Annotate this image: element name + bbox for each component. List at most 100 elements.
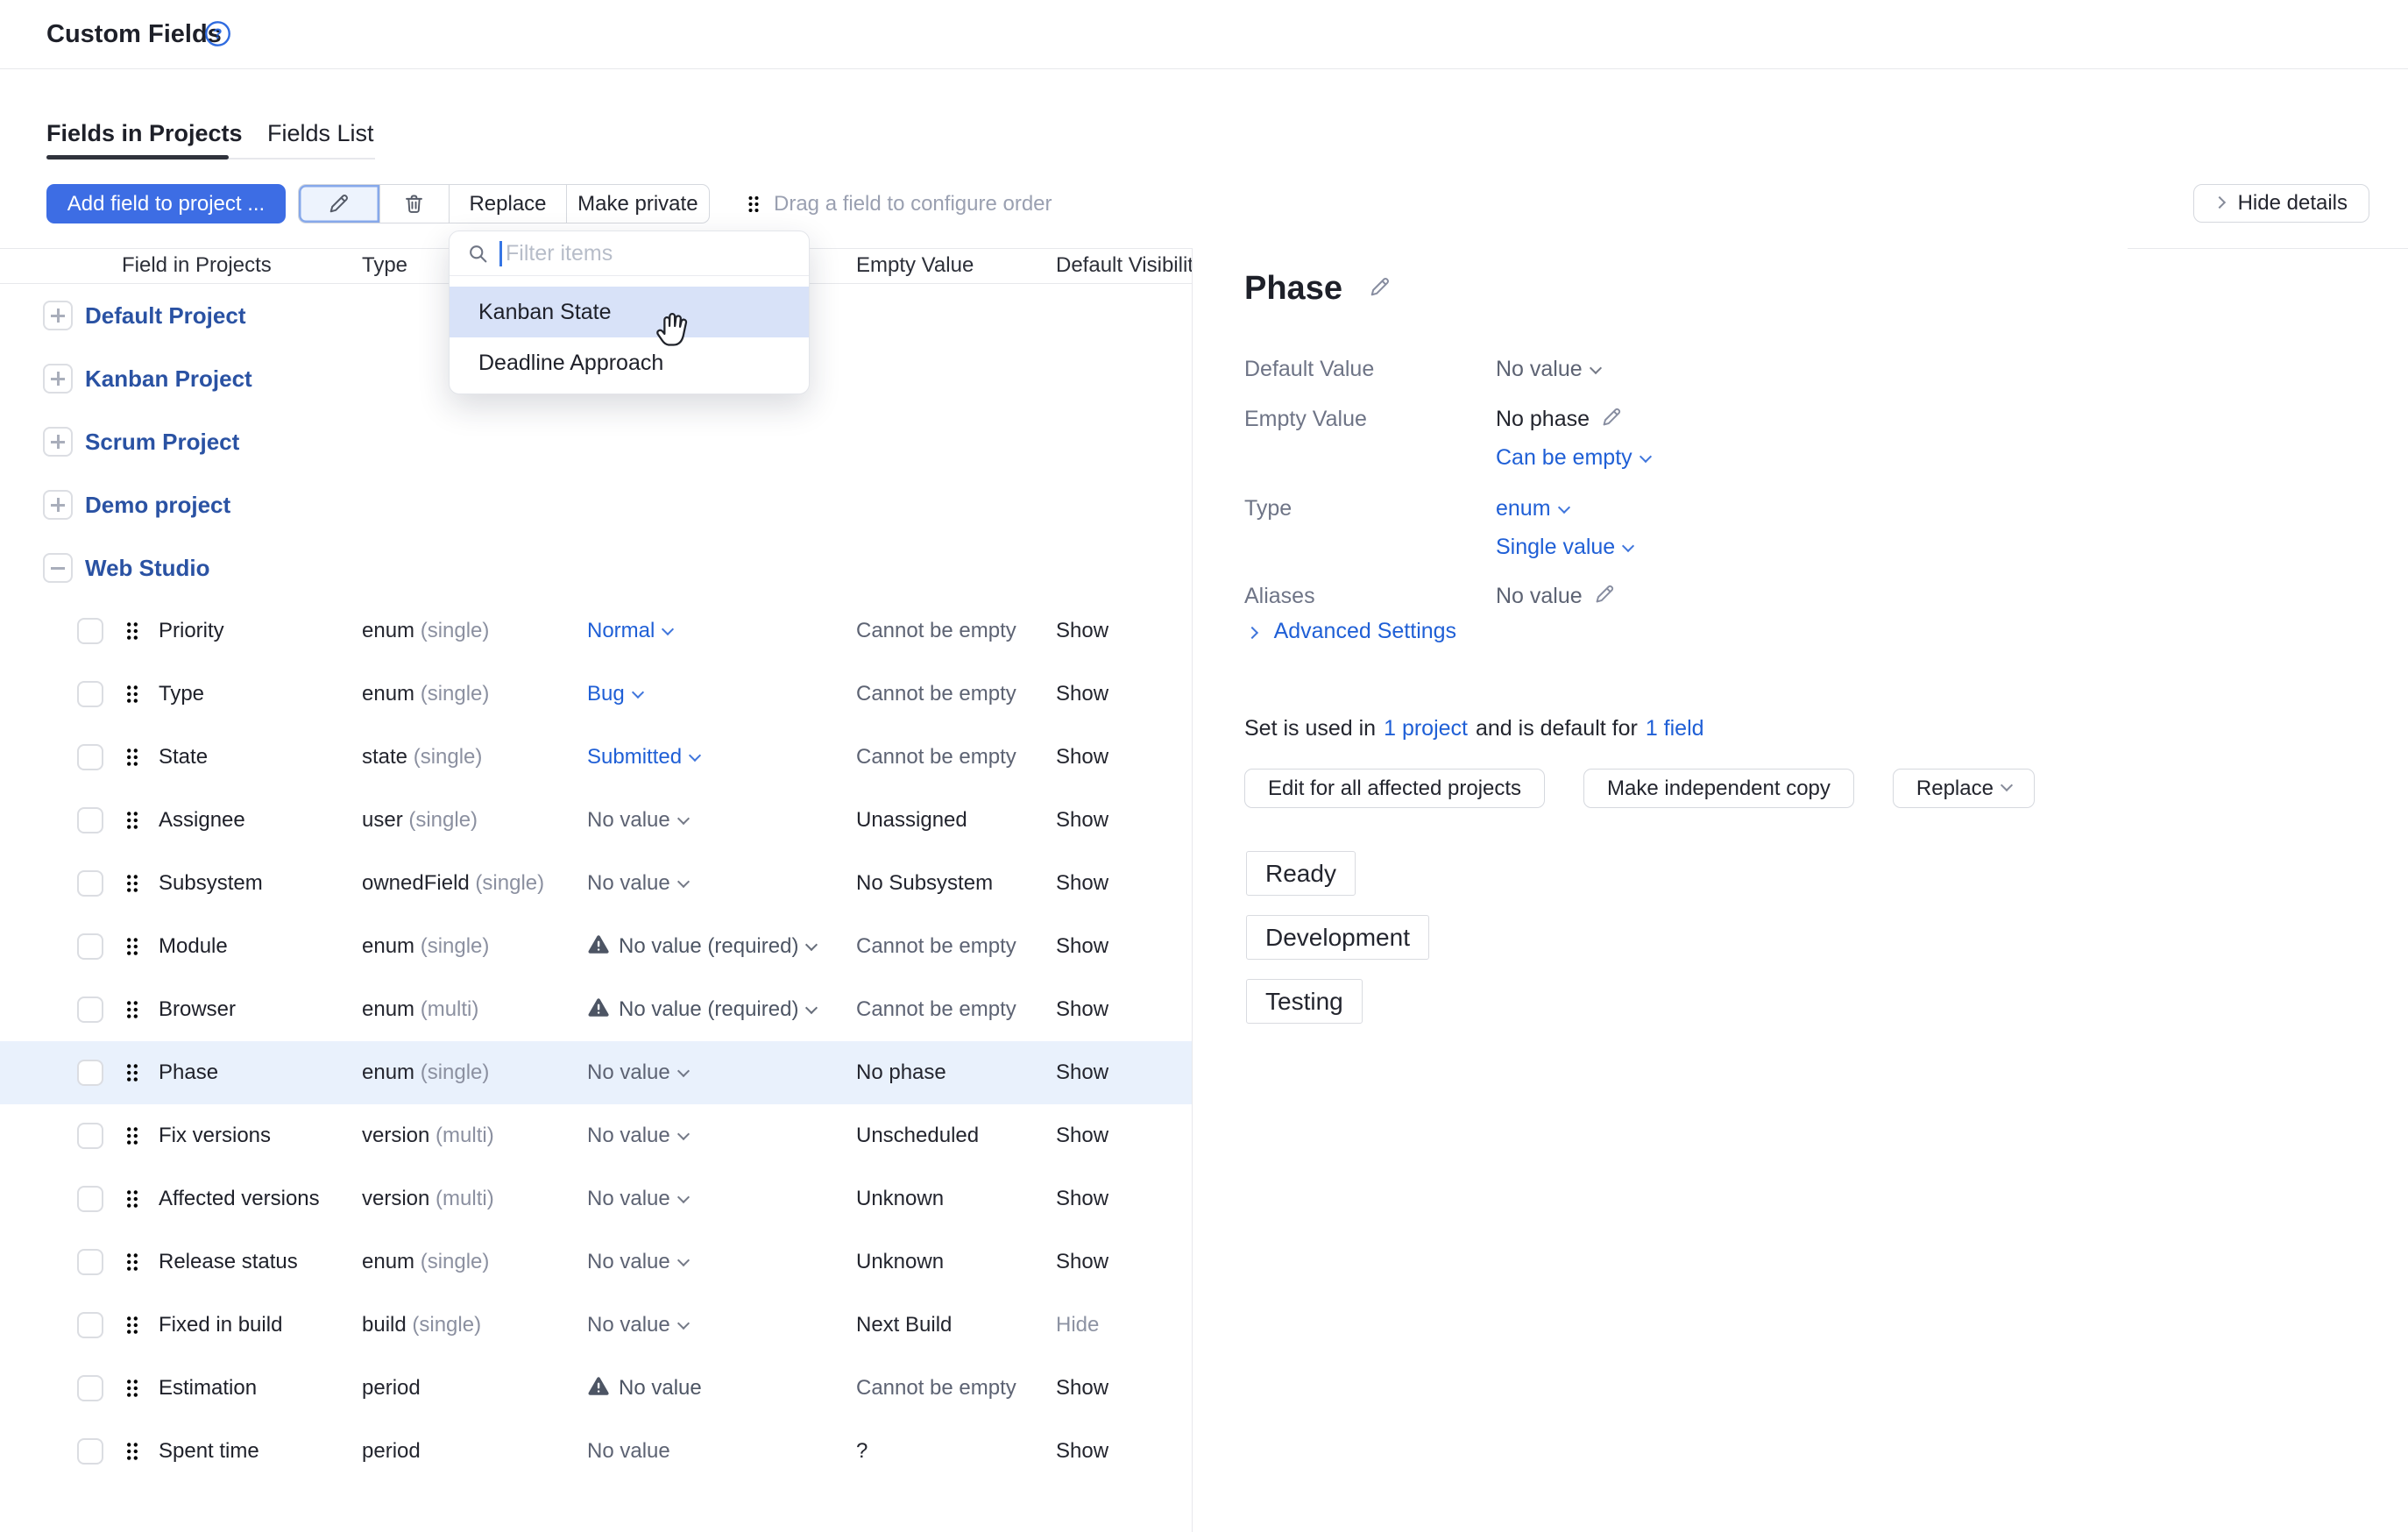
field-row[interactable]: Phase enum (single) No value No phase Sh…	[0, 1041, 1192, 1104]
drag-handle-icon[interactable]	[121, 1251, 144, 1273]
default-value-cell[interactable]: No value	[587, 852, 688, 915]
visibility-cell[interactable]: Show	[1056, 663, 1108, 726]
tab-fields-list[interactable]: Fields List	[267, 120, 374, 155]
hide-details-button[interactable]: Hide details	[2193, 184, 2369, 223]
field-row[interactable]: Priority enum (single) Normal Cannot be …	[0, 599, 1192, 663]
drag-handle-icon[interactable]	[121, 1188, 144, 1210]
expand-icon[interactable]	[43, 301, 73, 330]
type-dropdown[interactable]: enum	[1496, 491, 1569, 526]
drag-handle-icon[interactable]	[121, 935, 144, 958]
expand-icon[interactable]	[43, 364, 73, 394]
advanced-settings-toggle[interactable]: Advanced Settings	[1246, 614, 1456, 649]
visibility-cell[interactable]: Show	[1056, 978, 1108, 1041]
visibility-cell[interactable]: Show	[1056, 1357, 1108, 1420]
project-name-link[interactable]: Demo project	[85, 473, 230, 536]
cardinality-dropdown[interactable]: Single value	[1496, 529, 1632, 564]
delete-field-button[interactable]	[379, 185, 450, 223]
project-name-link[interactable]: Kanban Project	[85, 347, 252, 410]
drag-handle-icon[interactable]	[121, 683, 144, 706]
row-checkbox[interactable]	[77, 933, 103, 960]
visibility-cell[interactable]: Show	[1056, 599, 1108, 663]
drag-handle-icon[interactable]	[121, 746, 144, 769]
row-checkbox[interactable]	[77, 1438, 103, 1465]
default-value-cell[interactable]: No value	[587, 1420, 670, 1483]
filter-dropdown-item[interactable]: Deadline Approach	[450, 337, 809, 388]
row-checkbox[interactable]	[77, 997, 103, 1023]
field-row[interactable]: Affected versions version (multi) No val…	[0, 1167, 1192, 1231]
visibility-cell[interactable]: Show	[1056, 915, 1108, 978]
drag-handle-icon[interactable]	[121, 1440, 144, 1463]
visibility-cell[interactable]: Show	[1056, 1420, 1108, 1483]
row-checkbox[interactable]	[77, 681, 103, 707]
visibility-cell[interactable]: Show	[1056, 1041, 1108, 1104]
row-checkbox[interactable]	[77, 1060, 103, 1086]
default-value-cell[interactable]: No value	[587, 1104, 688, 1167]
visibility-cell[interactable]: Show	[1056, 726, 1108, 789]
drag-handle-icon[interactable]	[121, 872, 144, 895]
default-value-cell[interactable]: No value	[587, 1357, 702, 1420]
field-row[interactable]: Spent time period No value ? Show	[0, 1420, 1192, 1483]
default-value-cell[interactable]: Bug	[587, 663, 642, 726]
edit-all-affected-projects-button[interactable]: Edit for all affected projects	[1244, 769, 1545, 808]
project-name-link[interactable]: Web Studio	[85, 536, 210, 599]
default-value-dropdown[interactable]: No value	[1496, 351, 1600, 387]
field-value-chip[interactable]: Ready	[1246, 851, 1356, 896]
default-value-cell[interactable]: No value (required)	[587, 978, 816, 1041]
filter-dropdown-item[interactable]: Kanban State	[450, 287, 809, 337]
expand-icon[interactable]	[43, 490, 73, 520]
field-value-chip[interactable]: Development	[1246, 915, 1429, 960]
drag-handle-icon[interactable]	[121, 809, 144, 832]
visibility-cell[interactable]: Show	[1056, 1231, 1108, 1294]
field-row[interactable]: Fix versions version (multi) No value Un…	[0, 1104, 1192, 1167]
field-row[interactable]: Subsystem ownedField (single) No value N…	[0, 852, 1192, 915]
field-row[interactable]: Fixed in build build (single) No value N…	[0, 1294, 1192, 1357]
collapse-icon[interactable]	[43, 553, 73, 583]
row-checkbox[interactable]	[77, 744, 103, 770]
field-row[interactable]: Assignee user (single) No value Unassign…	[0, 789, 1192, 852]
drag-handle-icon[interactable]	[121, 620, 144, 642]
make-private-button[interactable]: Make private	[566, 185, 709, 223]
default-value-cell[interactable]: No value (required)	[587, 915, 816, 978]
visibility-cell[interactable]: Show	[1056, 852, 1108, 915]
field-row[interactable]: Browser enum (multi) No value (required)…	[0, 978, 1192, 1041]
row-checkbox[interactable]	[77, 807, 103, 833]
row-checkbox[interactable]	[77, 1186, 103, 1212]
row-checkbox[interactable]	[77, 1249, 103, 1275]
default-value-cell[interactable]: Normal	[587, 599, 672, 663]
visibility-cell[interactable]: Show	[1056, 789, 1108, 852]
default-value-cell[interactable]: Submitted	[587, 726, 699, 789]
field-row[interactable]: Estimation period No value Cannot be emp…	[0, 1357, 1192, 1420]
replace-button[interactable]: Replace	[449, 185, 565, 223]
drag-handle-icon[interactable]	[121, 1061, 144, 1084]
project-name-link[interactable]: Scrum Project	[85, 410, 239, 473]
row-checkbox[interactable]	[77, 618, 103, 644]
default-value-cell[interactable]: No value	[587, 789, 688, 852]
expand-icon[interactable]	[43, 427, 73, 457]
drag-handle-icon[interactable]	[121, 1377, 144, 1400]
visibility-cell[interactable]: Show	[1056, 1167, 1108, 1231]
project-name-link[interactable]: Default Project	[85, 284, 246, 347]
filter-search-input[interactable]: Filter items	[450, 231, 809, 276]
empty-value-edit[interactable]: No phase	[1496, 401, 1623, 436]
usage-field-link[interactable]: 1 field	[1646, 711, 1704, 746]
row-checkbox[interactable]	[77, 870, 103, 897]
visibility-cell[interactable]: Hide	[1056, 1294, 1099, 1357]
default-value-cell[interactable]: No value	[587, 1294, 688, 1357]
field-value-chip[interactable]: Testing	[1246, 979, 1363, 1024]
row-checkbox[interactable]	[77, 1312, 103, 1338]
usage-project-link[interactable]: 1 project	[1384, 711, 1468, 746]
field-row[interactable]: Type enum (single) Bug Cannot be empty S…	[0, 663, 1192, 726]
aliases-edit[interactable]: No value	[1496, 578, 1616, 614]
edit-field-button[interactable]	[299, 185, 379, 223]
default-value-cell[interactable]: No value	[587, 1231, 688, 1294]
default-value-cell[interactable]: No value	[587, 1041, 688, 1104]
tab-fields-in-projects[interactable]: Fields in Projects	[46, 120, 243, 155]
make-independent-copy-button[interactable]: Make independent copy	[1583, 769, 1854, 808]
field-row[interactable]: Release status enum (single) No value Un…	[0, 1231, 1192, 1294]
drag-handle-icon[interactable]	[121, 1124, 144, 1147]
help-icon[interactable]	[204, 20, 231, 47]
row-checkbox[interactable]	[77, 1375, 103, 1401]
field-row[interactable]: State state (single) Submitted Cannot be…	[0, 726, 1192, 789]
field-row[interactable]: Module enum (single) No value (required)…	[0, 915, 1192, 978]
visibility-cell[interactable]: Show	[1056, 1104, 1108, 1167]
